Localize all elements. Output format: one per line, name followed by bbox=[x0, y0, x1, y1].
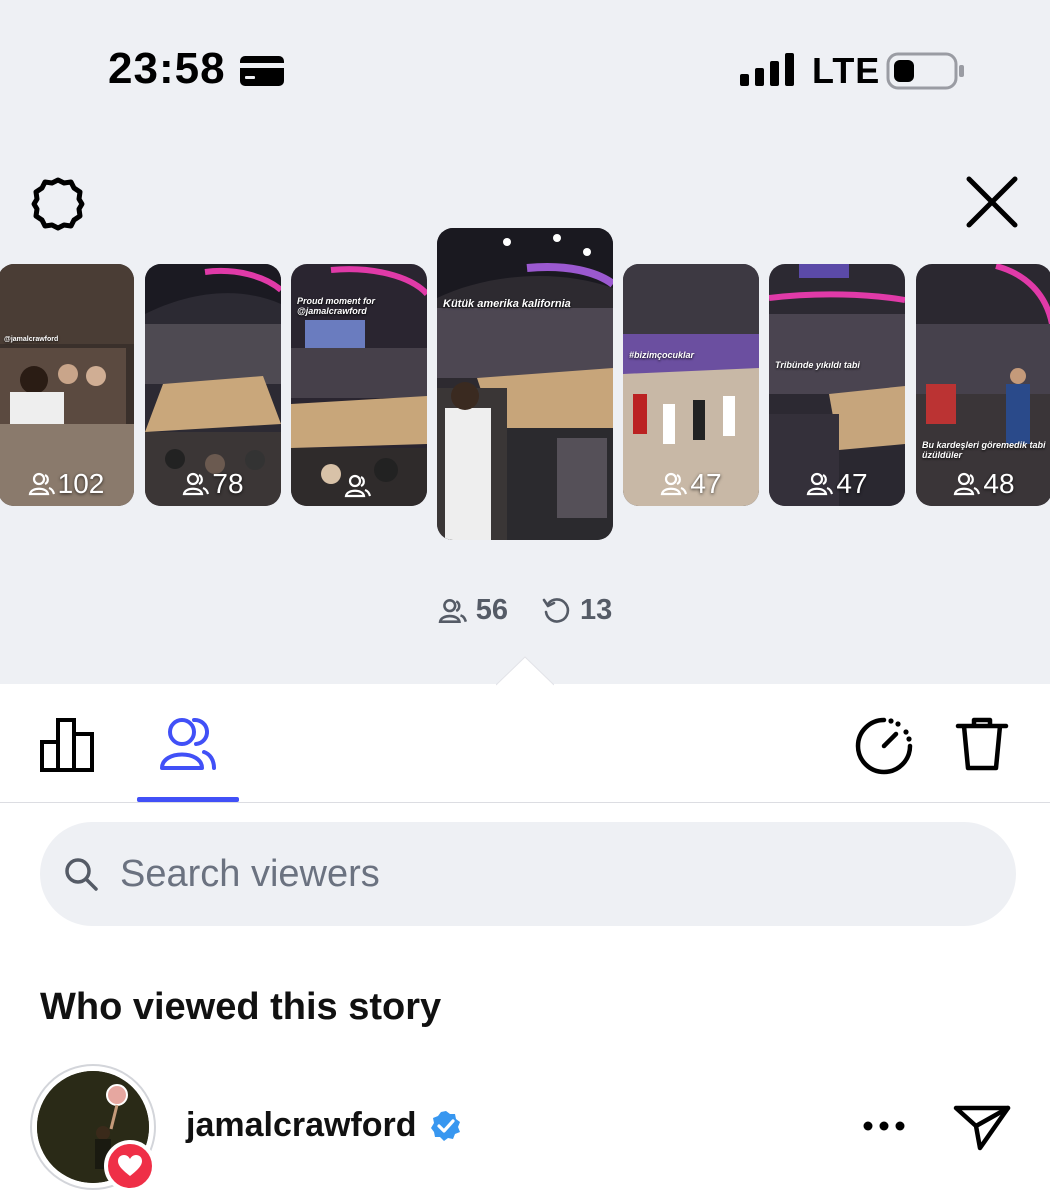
viewers-icon bbox=[807, 472, 834, 496]
insights-icon[interactable] bbox=[38, 716, 98, 772]
replay-count-value: 13 bbox=[580, 594, 613, 626]
story-caption: Proud moment for @jamalcrawford bbox=[297, 296, 375, 317]
status-time: 23:58 bbox=[108, 44, 226, 93]
signal-icon bbox=[740, 53, 794, 86]
viewer-username[interactable]: jamalcrawford bbox=[186, 1106, 417, 1145]
viewer-count-value: 56 bbox=[475, 594, 508, 626]
story-thumbnail-3[interactable]: Proud moment for @jamalcrawford bbox=[291, 264, 427, 506]
more-icon[interactable] bbox=[862, 1120, 906, 1132]
search-input[interactable] bbox=[118, 851, 942, 897]
story-view-count: 102 bbox=[0, 468, 134, 500]
story-thumbnail-4-selected[interactable]: Kütük amerika kalifornia bbox=[437, 228, 613, 540]
story-caption: Tribünde yıkıldı tabi bbox=[775, 360, 860, 370]
selection-pointer bbox=[496, 656, 554, 686]
story-view-count: 78 bbox=[145, 468, 281, 500]
viewers-icon bbox=[661, 472, 688, 496]
story-view-count-value: 48 bbox=[983, 468, 1015, 499]
story-view-count-value: 47 bbox=[690, 468, 722, 499]
viewers-icon bbox=[954, 472, 981, 496]
story-view-count: 47 bbox=[623, 468, 759, 500]
replay-icon bbox=[542, 597, 570, 623]
story-caption: Kütük amerika kalifornia bbox=[443, 298, 571, 310]
send-icon[interactable] bbox=[952, 1102, 1012, 1152]
story-thumbnail-1[interactable]: @jamalcrawford 102 bbox=[0, 264, 134, 506]
close-icon[interactable] bbox=[964, 174, 1020, 230]
viewers-icon bbox=[344, 474, 372, 498]
search-icon bbox=[65, 858, 98, 891]
story-view-count-value: 78 bbox=[212, 468, 244, 499]
gear-icon[interactable] bbox=[28, 174, 88, 234]
battery-icon bbox=[886, 52, 964, 90]
section-title: Who viewed this story bbox=[40, 986, 442, 1028]
replay-count[interactable]: 13 bbox=[542, 594, 612, 627]
story-view-count: 47 bbox=[769, 468, 905, 500]
viewers-icon bbox=[183, 472, 210, 496]
card-icon bbox=[240, 56, 284, 86]
heart-icon bbox=[118, 1155, 142, 1176]
viewers-icon bbox=[438, 598, 467, 623]
search-bar[interactable] bbox=[40, 822, 1016, 926]
viewers-tab-icon[interactable] bbox=[158, 714, 218, 772]
viewers-icon bbox=[28, 472, 55, 496]
story-image bbox=[437, 228, 613, 540]
trash-icon[interactable] bbox=[954, 716, 1010, 772]
story-view-count bbox=[291, 472, 427, 500]
story-stats: 56 13 bbox=[0, 594, 1050, 627]
network-type: LTE bbox=[812, 50, 881, 91]
timer-icon[interactable] bbox=[854, 716, 914, 776]
verified-icon bbox=[431, 1111, 460, 1141]
story-view-count: 48 bbox=[916, 468, 1050, 500]
story-thumbnail-5[interactable]: #bizimçocuklar 47 bbox=[623, 264, 759, 506]
reaction-badge bbox=[104, 1140, 156, 1192]
story-view-count-value: 102 bbox=[57, 468, 105, 499]
tab-divider bbox=[0, 802, 1050, 803]
story-caption: Bu kardeşleri göremedik tabi üzüldüler bbox=[922, 440, 1046, 461]
viewer-list-item[interactable]: jamalcrawford bbox=[0, 1060, 1050, 1200]
viewer-count[interactable]: 56 bbox=[438, 594, 508, 627]
story-caption: @jamalcrawford bbox=[4, 336, 59, 343]
story-thumbnail-7[interactable]: Bu kardeşleri göremedik tabi üzüldüler 4… bbox=[916, 264, 1050, 506]
story-caption: #bizimçocuklar bbox=[629, 350, 695, 360]
story-view-count-value: 47 bbox=[836, 468, 868, 499]
story-thumbnail-6[interactable]: Tribünde yıkıldı tabi 47 bbox=[769, 264, 905, 506]
story-thumbnail-2[interactable]: 78 bbox=[145, 264, 281, 506]
